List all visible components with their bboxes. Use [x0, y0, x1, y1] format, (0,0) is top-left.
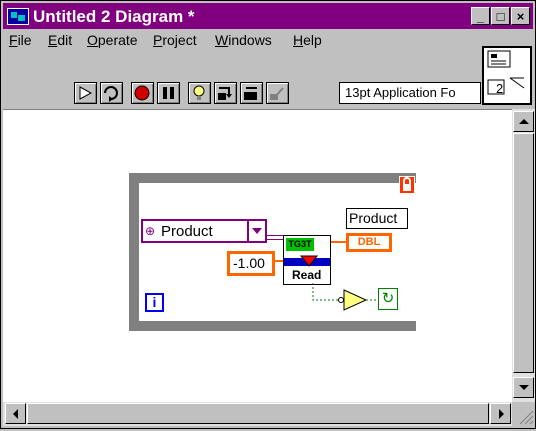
node-red-icon	[299, 255, 319, 267]
step-out-icon	[270, 87, 284, 100]
abort-button[interactable]	[131, 82, 154, 104]
menu-edit[interactable]: Edit	[48, 32, 72, 48]
step-into-icon	[218, 87, 232, 100]
menu-help[interactable]: Help	[293, 32, 322, 48]
run-button[interactable]	[74, 82, 97, 104]
menu-file[interactable]: File	[9, 32, 32, 48]
product-enum[interactable]: ⊕ Product	[141, 219, 267, 243]
enum-label: Product	[161, 223, 213, 240]
scroll-up-button[interactable]	[513, 111, 534, 132]
step-over-icon	[244, 87, 257, 100]
enum-dropdown-arrow[interactable]	[247, 221, 267, 241]
vertical-scroll-thumb[interactable]	[513, 133, 534, 373]
run-arrow-icon	[79, 86, 93, 100]
step-out-button[interactable]	[266, 82, 289, 104]
resize-grip-icon	[519, 410, 534, 425]
right-arrow-icon	[499, 409, 504, 419]
left-arrow-icon	[13, 409, 18, 419]
scroll-down-button[interactable]	[513, 377, 534, 398]
pause-button[interactable]	[157, 82, 180, 104]
connector-pane[interactable]: 2	[482, 46, 532, 105]
pause-icon	[163, 87, 174, 99]
abort-stop-icon	[134, 85, 150, 101]
diagram-window: Untitled 2 Diagram * _ □ × File Edit Ope…	[0, 0, 536, 429]
horizontal-scrollbar[interactable]	[3, 402, 512, 426]
resize-grip[interactable]	[512, 402, 535, 426]
dbl-indicator[interactable]: DBL	[346, 233, 392, 252]
up-arrow-icon	[519, 119, 529, 124]
node-read-label: Read	[292, 268, 322, 282]
lightbulb-icon	[193, 85, 205, 100]
indicator-wire	[331, 241, 346, 243]
vi-icon	[487, 50, 525, 95]
menu-windows[interactable]: Windows	[215, 32, 272, 48]
minimize-button[interactable]: _	[471, 7, 490, 25]
title-bar[interactable]: Untitled 2 Diagram * _ □ ×	[3, 3, 533, 29]
run-continuously-icon	[104, 86, 118, 102]
maximize-button[interactable]: □	[491, 7, 510, 25]
scroll-right-button[interactable]	[490, 403, 511, 424]
loop-stop-terminal[interactable]: ↻	[378, 288, 398, 310]
vertical-scrollbar[interactable]	[512, 109, 535, 402]
indicator-label[interactable]: Product	[346, 208, 408, 229]
run-continuously-button[interactable]	[100, 82, 123, 104]
close-button[interactable]: ×	[511, 7, 530, 25]
enum-icon: ⊕	[145, 224, 156, 238]
numeric-constant[interactable]: -1.00	[227, 251, 275, 276]
menu-bar: File Edit Operate Project Windows Help	[3, 30, 481, 50]
step-over-button[interactable]	[240, 82, 263, 104]
down-arrow-icon	[519, 385, 529, 390]
highlight-execution-button[interactable]	[188, 82, 211, 104]
scroll-left-button[interactable]	[5, 403, 26, 424]
while-loop-top	[129, 173, 416, 183]
node-header: TG3T	[286, 238, 314, 251]
connector-number: 2	[496, 81, 504, 96]
menu-operate[interactable]: Operate	[87, 32, 138, 48]
step-into-button[interactable]	[214, 82, 237, 104]
iteration-terminal[interactable]: i	[145, 293, 164, 312]
loop-condition-icon[interactable]	[399, 176, 415, 194]
font-selector[interactable]: 13pt Application Fo	[339, 82, 481, 104]
not-gate-icon[interactable]	[338, 288, 378, 314]
horizontal-scroll-thumb[interactable]	[27, 403, 489, 424]
window-title: Untitled 2 Diagram *	[33, 7, 195, 26]
menu-project[interactable]: Project	[153, 32, 197, 48]
lock-icon	[403, 177, 411, 191]
labview-app-icon[interactable]	[7, 8, 29, 25]
constant-wire	[275, 260, 283, 262]
read-node[interactable]: TG3T Read	[283, 235, 331, 285]
while-loop-bottom	[129, 321, 416, 331]
